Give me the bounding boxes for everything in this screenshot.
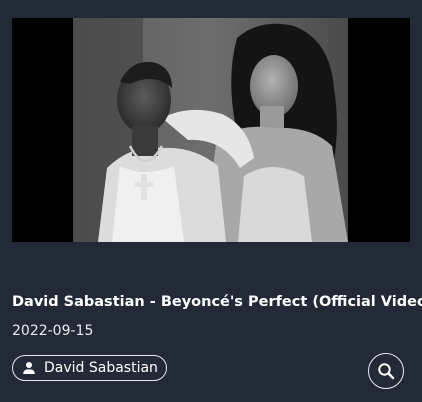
artist-chip[interactable]: David Sabastian [12, 355, 167, 381]
thumbnail-image [12, 18, 410, 242]
video-title[interactable]: David Sabastian - Beyoncé's Perfect (Off… [12, 292, 422, 312]
video-card: David Sabastian - Beyoncé's Perfect (Off… [0, 0, 422, 402]
search-icon [378, 363, 395, 380]
search-button[interactable] [368, 353, 404, 389]
video-thumbnail[interactable] [12, 18, 410, 242]
publish-date: 2022-09-15 [12, 323, 94, 339]
artist-name: David Sabastian [44, 360, 158, 376]
person-icon [23, 362, 35, 374]
